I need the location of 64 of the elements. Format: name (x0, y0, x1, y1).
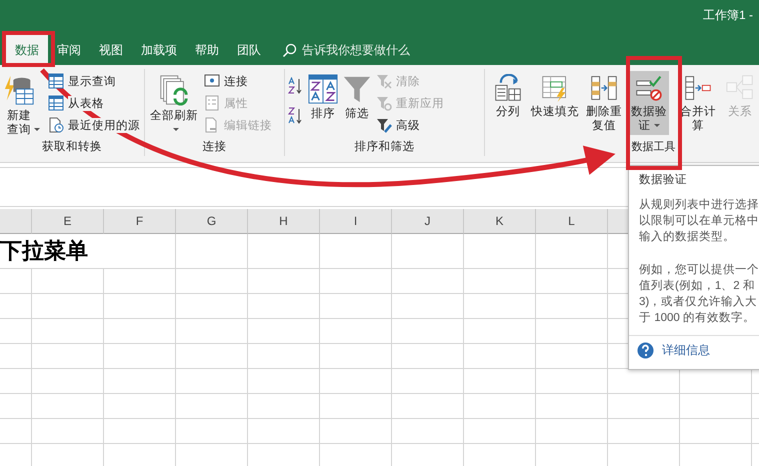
ribbon-button[interactable]: 快速填充 (529, 71, 581, 121)
tooltip-title: 数据验证 (639, 172, 688, 187)
table-icon (48, 95, 64, 111)
tell-me-placeholder: 告诉我你想要做什么 (302, 42, 410, 58)
cell-text: 下拉菜单 (0, 234, 176, 268)
column-header[interactable]: G (176, 209, 248, 234)
connection-icon (204, 73, 220, 89)
table-icon (48, 73, 64, 89)
consolidate-icon (684, 74, 712, 102)
flash-fill-icon (541, 74, 569, 102)
tell-me-search[interactable]: 告诉我你想要做什么 (282, 35, 410, 65)
column-header[interactable]: K (464, 209, 536, 234)
column-header[interactable]: L (536, 209, 608, 234)
ribbon-small-button[interactable]: 高级 (376, 115, 444, 135)
column-header[interactable]: F (104, 209, 176, 234)
refresh-document-icon (158, 74, 190, 106)
funnel-refresh-icon (376, 95, 392, 111)
ribbon-button[interactable]: 数据验证 (629, 71, 669, 135)
sort-ascending-button[interactable] (288, 77, 304, 95)
ribbon-small-button[interactable]: 显示查询 (48, 71, 140, 91)
ribbon-button[interactable]: 排序 (308, 71, 338, 123)
column-header[interactable]: J (392, 209, 464, 234)
ribbon-small-button[interactable]: 连接 (204, 71, 272, 91)
ribbon-button[interactable]: 全部刷新 (148, 71, 200, 139)
sort-az-icon (288, 77, 304, 95)
column-header[interactable]: H (248, 209, 320, 234)
ribbon-tab[interactable]: 团队 (228, 35, 270, 65)
ribbon-small-button[interactable]: 从表格 (48, 93, 140, 113)
more-info-link[interactable]: 详细信息 (637, 342, 710, 359)
document-clock-icon (48, 117, 64, 133)
tooltip-text: 从规则列表中进行选择 (639, 198, 759, 213)
funnel-icon (342, 74, 372, 104)
sort-descending-button[interactable] (288, 107, 304, 125)
text-to-columns-icon (494, 74, 522, 102)
ribbon-button[interactable]: 删除重复值 (585, 71, 623, 135)
window-title: 工作簿1 - (702, 6, 753, 24)
funnel-pencil-icon (376, 117, 392, 133)
ribbon-tab[interactable]: 帮助 (186, 35, 228, 65)
column-header[interactable]: E (32, 209, 104, 234)
help-icon (637, 342, 654, 359)
tooltip-text: 输入的数据类型。 (639, 230, 736, 245)
ribbon-button[interactable]: 新建查询 (3, 71, 44, 139)
tooltip-text: 例如，您可以提供一个 (639, 262, 759, 278)
ribbon-button[interactable]: 筛选 (342, 71, 372, 123)
ribbon-tab[interactable]: 数据 (6, 35, 48, 65)
ribbon-tab[interactable]: 审阅 (48, 35, 90, 65)
database-table-icon (3, 74, 35, 106)
sort-icon (308, 74, 338, 104)
funnel-clear-icon (376, 73, 392, 89)
column-header[interactable]: I (320, 209, 392, 234)
ribbon-tab[interactable]: 视图 (90, 35, 132, 65)
tooltip-text: 3)，或者仅允许输入大 (639, 294, 758, 310)
tooltip-text: 以限制可以在单元格中 (639, 214, 759, 229)
data-validation-icon (635, 74, 663, 102)
ribbon-button[interactable]: 分列 (491, 71, 525, 121)
tooltip-text: 于 1000 的有效数字。 (639, 310, 756, 326)
relationships-icon (726, 74, 754, 102)
tooltip-text: 值列表(例如，1、2 和 (639, 278, 756, 294)
highlight-frame (2, 31, 55, 67)
remove-duplicates-icon (590, 74, 618, 102)
search-icon (282, 42, 297, 58)
properties-icon (204, 95, 220, 111)
ribbon-tab[interactable]: 加载项 (132, 35, 186, 65)
sort-za-icon (288, 107, 304, 125)
